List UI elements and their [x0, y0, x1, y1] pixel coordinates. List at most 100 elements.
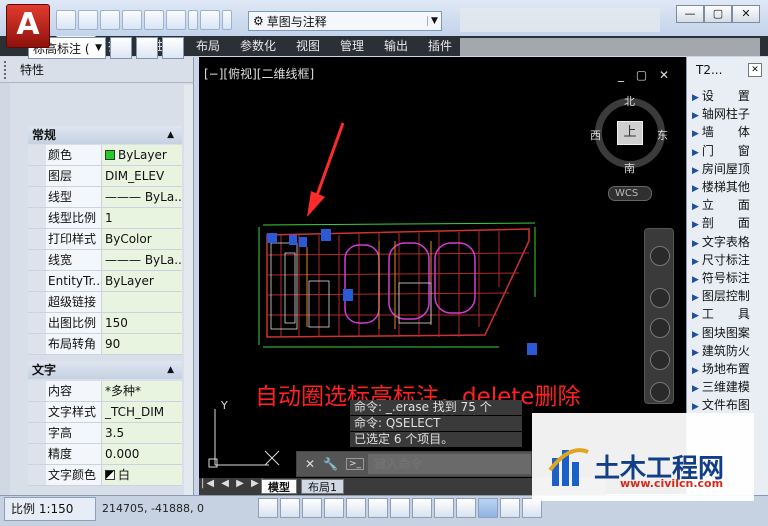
t2-menu-item[interactable]: ▶ 尺寸标注 — [692, 252, 766, 269]
tab-parametric[interactable]: 参数化 — [234, 36, 282, 56]
redo-dropdown-icon[interactable] — [222, 10, 232, 30]
t2-menu-item[interactable]: ▶ 立 面 — [692, 197, 766, 214]
t2-menu-item[interactable]: ▶ 建筑防火 — [692, 343, 766, 360]
property-value[interactable]: ByColor — [102, 229, 182, 249]
grid-display-icon[interactable] — [302, 498, 322, 518]
property-value[interactable]: *多种* — [102, 381, 182, 401]
pan-hand-icon[interactable] — [650, 288, 670, 308]
property-value[interactable]: 白 — [102, 465, 182, 485]
property-value[interactable]: ByLayer — [102, 271, 182, 291]
property-row[interactable]: 精度 0.000 — [28, 444, 182, 465]
tab-view[interactable]: 视图 — [290, 36, 326, 56]
compass-east[interactable]: 东 — [657, 127, 668, 143]
t2-menu-item[interactable]: ▶ 剖 面 — [692, 215, 766, 232]
snap-mode-icon[interactable] — [280, 498, 300, 518]
property-row[interactable]: 颜色 ByLayer — [28, 145, 182, 166]
section-text[interactable]: 文字 ▲ — [28, 361, 182, 379]
viewcube-top-face[interactable]: 上 — [617, 121, 643, 145]
property-value[interactable]: 1 — [102, 208, 182, 228]
wcs-menu[interactable]: WCS — [608, 186, 652, 201]
property-row[interactable]: 内容 *多种* — [28, 381, 182, 402]
3d-object-snap-icon[interactable] — [390, 498, 410, 518]
command-prompt-icon[interactable]: >_ — [346, 458, 365, 470]
property-row[interactable]: 超级链接 — [28, 292, 182, 313]
open-file-icon[interactable] — [78, 10, 98, 30]
toggle-pickadd-icon[interactable] — [110, 37, 132, 59]
tab-output[interactable]: 输出 — [378, 36, 414, 56]
compass-west[interactable]: 西 — [590, 127, 601, 143]
wrench-icon[interactable]: 🔧 — [323, 457, 338, 471]
quick-properties-icon[interactable] — [522, 498, 542, 518]
save-as-icon[interactable] — [122, 10, 142, 30]
annotation-scale[interactable]: 比例 1:150 — [4, 497, 96, 521]
t2-menu-item[interactable]: ▶ 三维建模 — [692, 379, 766, 396]
viewport-window-controls[interactable]: _ ▢ ✕ — [618, 68, 673, 82]
palette-scrollbar[interactable] — [184, 85, 193, 495]
dynamic-ucs-icon[interactable] — [434, 498, 454, 518]
tab-model[interactable]: 模型 — [261, 479, 297, 494]
palette-grip-handle[interactable] — [4, 61, 12, 79]
t2-menu-item[interactable]: ▶ 门 窗 — [692, 143, 766, 160]
polar-tracking-icon[interactable] — [346, 498, 366, 518]
tab-plugins[interactable]: 插件 — [422, 36, 458, 56]
quick-select-icon[interactable] — [162, 37, 184, 59]
property-row[interactable]: EntityTr... ByLayer — [28, 271, 182, 292]
section-general[interactable]: 常规 ▲ — [28, 126, 182, 144]
print-icon[interactable] — [144, 10, 164, 30]
orbit-icon[interactable] — [650, 350, 670, 370]
steering-wheel-icon[interactable] — [650, 246, 670, 266]
property-row[interactable]: 字高 3.5 — [28, 423, 182, 444]
property-row[interactable]: 文字样式 _TCH_DIM — [28, 402, 182, 423]
close-icon[interactable]: ✕ — [305, 457, 315, 471]
select-objects-icon[interactable] — [136, 37, 158, 59]
object-snap-tracking-icon[interactable] — [412, 498, 432, 518]
ortho-mode-icon[interactable] — [324, 498, 344, 518]
t2-menu-item[interactable]: ▶ 工 具 — [692, 306, 766, 323]
property-value[interactable]: ——— ByLa... — [102, 187, 182, 207]
object-snap-icon[interactable] — [368, 498, 388, 518]
close-icon[interactable]: ✕ — [748, 63, 762, 77]
property-row[interactable]: 文字颜色 白 — [28, 465, 182, 486]
property-value[interactable]: 90 — [102, 334, 182, 354]
property-row[interactable]: 线型 ——— ByLa... — [28, 187, 182, 208]
tab-navigation-arrows[interactable]: |◀ ◀ ▶ ▶| — [201, 478, 266, 489]
t2-menu-item[interactable]: ▶ 场地布置 — [692, 361, 766, 378]
tab-layout1[interactable]: 布局1 — [301, 479, 344, 494]
property-row[interactable]: 打印样式 ByColor — [28, 229, 182, 250]
save-icon[interactable] — [100, 10, 120, 30]
new-file-icon[interactable] — [56, 10, 76, 30]
property-row[interactable]: 出图比例 150 — [28, 313, 182, 334]
property-row[interactable]: 图层 DIM_ELEV — [28, 166, 182, 187]
t2-menu-item[interactable]: ▶ 文件布图 — [692, 397, 766, 414]
compass-north[interactable]: 北 — [624, 93, 635, 109]
showmotion-icon[interactable] — [650, 382, 670, 402]
zoom-icon[interactable] — [650, 318, 670, 338]
property-row[interactable]: 线宽 ——— ByLa... — [28, 250, 182, 271]
property-value[interactable]: ——— ByLa... — [102, 250, 182, 270]
t2-menu-item[interactable]: ▶ 设 置 — [692, 88, 766, 105]
t2-menu-item[interactable]: ▶ 墙 体 — [692, 124, 766, 141]
property-value[interactable] — [102, 292, 182, 312]
maximize-button[interactable]: ▢ — [704, 5, 732, 23]
property-row[interactable]: 线型比例 1 — [28, 208, 182, 229]
t2-menu-item[interactable]: ▶ 楼梯其他 — [692, 179, 766, 196]
property-value[interactable]: 150 — [102, 313, 182, 333]
infer-constraints-icon[interactable] — [258, 498, 278, 518]
property-value[interactable]: _TCH_DIM — [102, 402, 182, 422]
minimize-button[interactable]: — — [676, 5, 704, 23]
property-row[interactable]: 布局转角 90 — [28, 334, 182, 355]
t2-menu-item[interactable]: ▶ 符号标注 — [692, 270, 766, 287]
t2-menu-item[interactable]: ▶ 图层控制 — [692, 288, 766, 305]
property-value[interactable]: ByLayer — [102, 145, 182, 165]
undo-dropdown-icon[interactable] — [188, 10, 198, 30]
compass-south[interactable]: 南 — [624, 160, 635, 176]
tab-layout[interactable]: 布局 — [190, 36, 226, 56]
t2-menu-item[interactable]: ▶ 图块图案 — [692, 325, 766, 342]
lineweight-icon[interactable] — [478, 498, 498, 518]
workspace-select[interactable]: ⚙ 草图与注释 ▼ — [248, 11, 442, 31]
command-input[interactable] — [368, 454, 531, 474]
t2-menu-item[interactable]: ▶ 文字表格 — [692, 234, 766, 251]
property-value[interactable]: DIM_ELEV — [102, 166, 182, 186]
t2-menu-item[interactable]: ▶ 房间屋顶 — [692, 161, 766, 178]
transparency-icon[interactable] — [500, 498, 520, 518]
